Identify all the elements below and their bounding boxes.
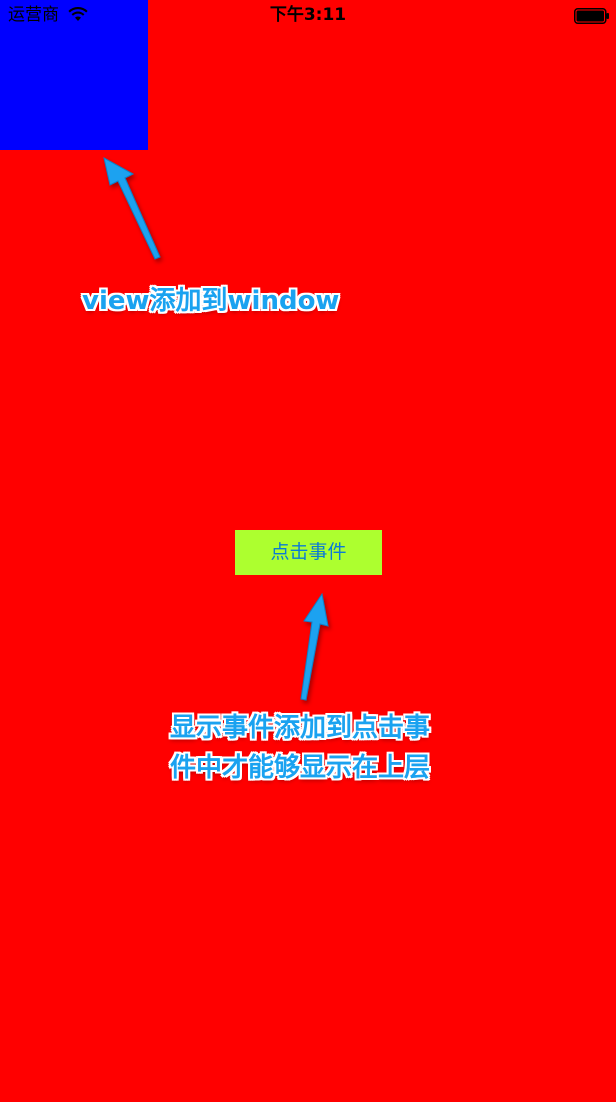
battery-icon [574, 8, 609, 24]
annotation-event-label: 显示事件添加到点击事 件中才能够显示在上层 [170, 708, 430, 788]
arrow-to-button-icon [300, 592, 329, 701]
annotation-event-line1: 显示事件添加到点击事 [170, 713, 431, 743]
status-time: 下午3:11 [269, 5, 347, 25]
status-bar: 运营商 下午3:11 [0, 0, 616, 32]
annotation-view-label: view添加到window [82, 286, 340, 316]
arrow-to-view-icon [103, 157, 161, 260]
annotation-event-line2: 件中才能够显示在上层 [170, 753, 431, 783]
click-event-button[interactable]: 点击事件 [235, 530, 382, 575]
